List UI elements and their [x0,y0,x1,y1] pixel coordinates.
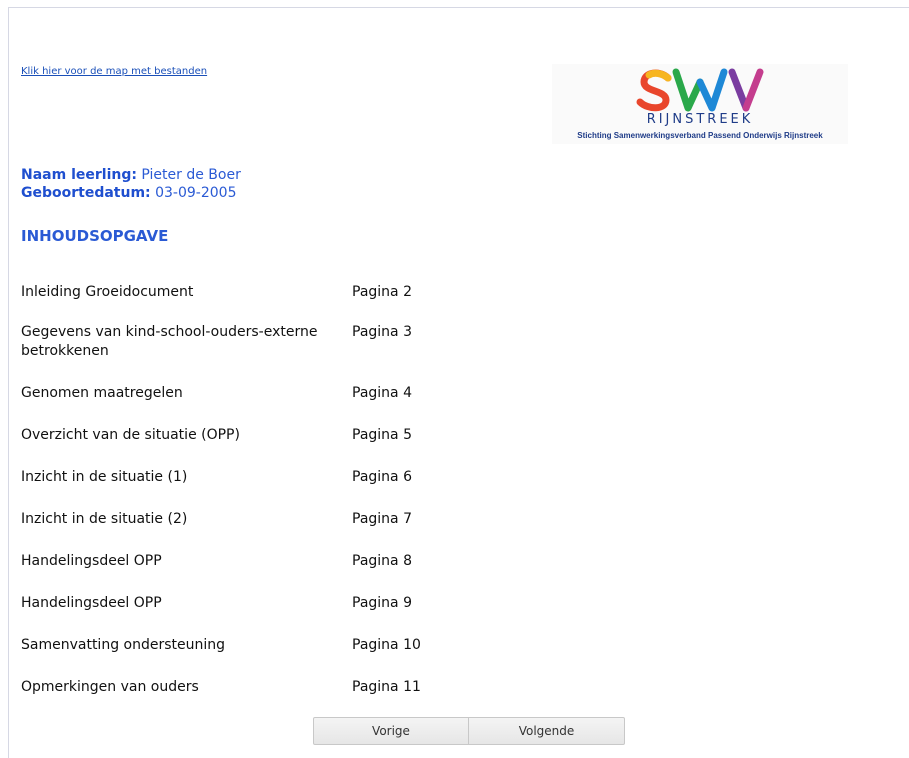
toc-item-title: Genomen maatregelen [21,385,183,401]
toc-item-title: Inzicht in de situatie (1) [21,469,188,485]
student-dob-line: Geboortedatum: 03-09-2005 [21,184,241,202]
student-name-line: Naam leerling: Pieter de Boer [21,166,241,184]
toc-item-title: Inzicht in de situatie (2) [21,511,188,527]
toc-item-page: Pagina 9 [352,595,412,611]
previous-button[interactable]: Vorige [314,718,469,744]
logo-subtitle: Stichting Samenwerkingsverband Passend O… [577,131,823,140]
frame-top-border [8,7,909,8]
toc-item-title: Handelingsdeel OPP [21,595,162,611]
toc-item-title: Samenvatting ondersteuning [21,637,226,653]
files-folder-link[interactable]: Klik hier voor de map met bestanden [21,66,207,77]
toc-item-page: Pagina 5 [352,427,412,443]
toc-item-page: Pagina 4 [352,385,412,401]
student-dob-value: 03-09-2005 [155,185,237,201]
student-name-label: Naam leerling: [21,167,137,183]
student-name-value: Pieter de Boer [141,167,241,183]
page-navigation: Vorige Volgende [313,717,625,745]
next-button[interactable]: Volgende [469,718,624,744]
toc-item-page: Pagina 10 [352,637,421,653]
toc-item-page: Pagina 8 [352,553,412,569]
toc-item-page: Pagina 6 [352,469,412,485]
toc-item-page: Pagina 11 [352,679,421,695]
toc-item-page: Pagina 2 [352,284,412,300]
toc-item-title: Gegevens van kind-school-ouders-externe … [21,324,318,359]
toc-title: INHOUDSOPGAVE [21,227,169,245]
toc-item-page: Pagina 3 [352,324,412,340]
frame-left-border [8,7,9,758]
swv-logo: RIJNSTREEK Stichting Samenwerkingsverban… [552,64,848,144]
toc-item-title: Opmerkingen van ouders [21,679,199,695]
toc-item-page: Pagina 7 [352,511,412,527]
toc-item-title: Overzicht van de situatie (OPP) [21,427,240,443]
logo-rijnstreek-text: RIJNSTREEK [646,112,754,127]
toc-item-title: Handelingsdeel OPP [21,553,162,569]
toc-item-title: Inleiding Groeidocument [21,284,194,300]
student-dob-label: Geboortedatum: [21,185,151,201]
student-info: Naam leerling: Pieter de Boer Geboorteda… [21,166,241,202]
